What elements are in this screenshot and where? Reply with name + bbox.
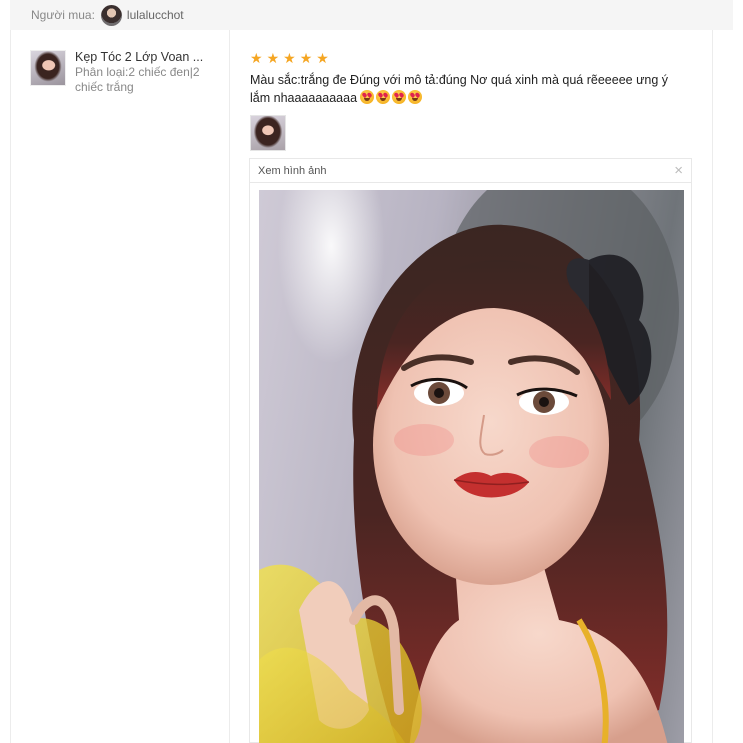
review-comment-text: Màu sắc:trắng đe Đúng với mô tả:đúng Nơ …: [250, 73, 669, 105]
emoji-row: [360, 90, 423, 104]
heart-eyes-emoji-icon: [376, 90, 391, 104]
buyer-avatar[interactable]: [100, 4, 122, 26]
star-icon: ★: [316, 50, 329, 66]
review-image-thumbnail[interactable]: [250, 115, 286, 151]
image-viewer-header: Xem hình ảnh ×: [250, 159, 691, 183]
heart-eyes-emoji-icon: [408, 90, 423, 104]
buyer-name[interactable]: lulalucchot: [127, 8, 184, 22]
product-name[interactable]: Kẹp Tóc 2 Lớp Voan ...: [75, 50, 215, 65]
star-icon: ★: [266, 50, 280, 66]
product-variant: Phân loại:2 chiếc đen|2 chiếc trắng: [75, 65, 200, 94]
review: ★ ★ ★ ★ ★ Màu sắc:trắng đe Đúng với mô t…: [250, 50, 700, 151]
buyer-bar: Người mua: lulalucchot: [10, 0, 733, 30]
column-divider: [10, 30, 11, 743]
product-info[interactable]: Kẹp Tóc 2 Lớp Voan ... Phân loại:2 chiếc…: [30, 50, 220, 95]
buyer-label: Người mua:: [31, 8, 95, 22]
image-viewer: Xem hình ảnh ×: [249, 158, 692, 743]
star-icon: ★: [283, 50, 296, 66]
product-text: Kẹp Tóc 2 Lớp Voan ... Phân loại:2 chiếc…: [75, 50, 215, 95]
star-icon: ★: [299, 50, 313, 66]
review-comment: Màu sắc:trắng đe Đúng với mô tả:đúng Nơ …: [250, 71, 690, 107]
heart-eyes-emoji-icon: [360, 90, 375, 104]
review-photo-illustration: [259, 190, 679, 743]
product-thumbnail[interactable]: [30, 50, 66, 86]
review-photo: [259, 190, 684, 743]
column-divider: [229, 30, 230, 743]
column-divider: [712, 30, 713, 743]
image-viewer-title: Xem hình ảnh: [258, 164, 327, 177]
star-icon: ★: [250, 50, 263, 66]
heart-eyes-emoji-icon: [392, 90, 407, 104]
rating-stars: ★ ★ ★ ★ ★: [250, 50, 700, 66]
close-icon[interactable]: ×: [674, 163, 683, 178]
